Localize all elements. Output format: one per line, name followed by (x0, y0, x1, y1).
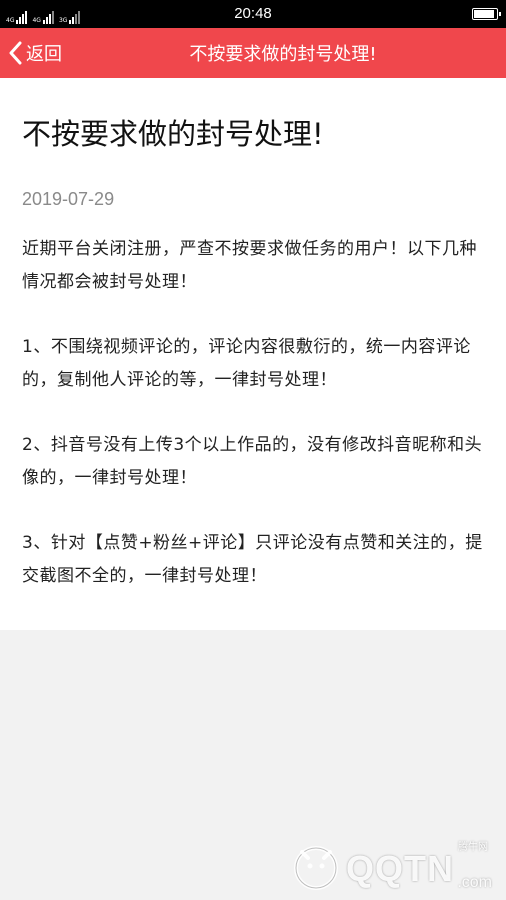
status-time: 20:48 (234, 5, 272, 22)
battery-icon (472, 8, 501, 20)
article-date: 2019-07-29 (22, 189, 115, 209)
watermark-brand-small: 腾牛网 (458, 842, 488, 853)
watermark-logo: 腾牛网 QQTN .com (288, 836, 498, 896)
nav-bar: 返回 不按要求做的封号处理! (0, 28, 506, 78)
back-button[interactable]: 返回 (8, 28, 62, 78)
article-paragraph: 1、不围绕视频评论的，评论内容很敷衍的，统一内容评论的，复制他人评论的等，一律封… (22, 337, 471, 390)
page-title: 不按要求做的封号处理! (189, 44, 377, 65)
article-paragraph: 2、抖音号没有上传3个以上作品的，没有修改抖音昵称和头像的，一律封号处理！ (22, 435, 483, 488)
watermark-suffix: .com (457, 874, 492, 891)
brand-logo-icon (294, 846, 338, 890)
watermark-brand: QQTN (346, 848, 454, 889)
article: 不按要求做的封号处理! 2019-07-29 近期平台关闭注册，严查不按要求做任… (0, 78, 506, 630)
article-title: 不按要求做的封号处理! (22, 117, 324, 151)
chevron-left-icon (9, 41, 22, 65)
article-paragraph: 近期平台关闭注册，严查不按要求做任务的用户！以下几种情况都会被封号处理！ (22, 239, 477, 292)
article-paragraph: 3、针对【点赞+粉丝+评论】只评论没有点赞和关注的，提交截图不全的，一律封号处理… (22, 533, 483, 586)
back-label: 返回 (26, 44, 62, 65)
article-body: 近期平台关闭注册，严查不按要求做任务的用户！以下几种情况都会被封号处理！ 1、不… (22, 233, 484, 593)
status-bar: 4G 4G 3G 20:48 (0, 0, 506, 28)
